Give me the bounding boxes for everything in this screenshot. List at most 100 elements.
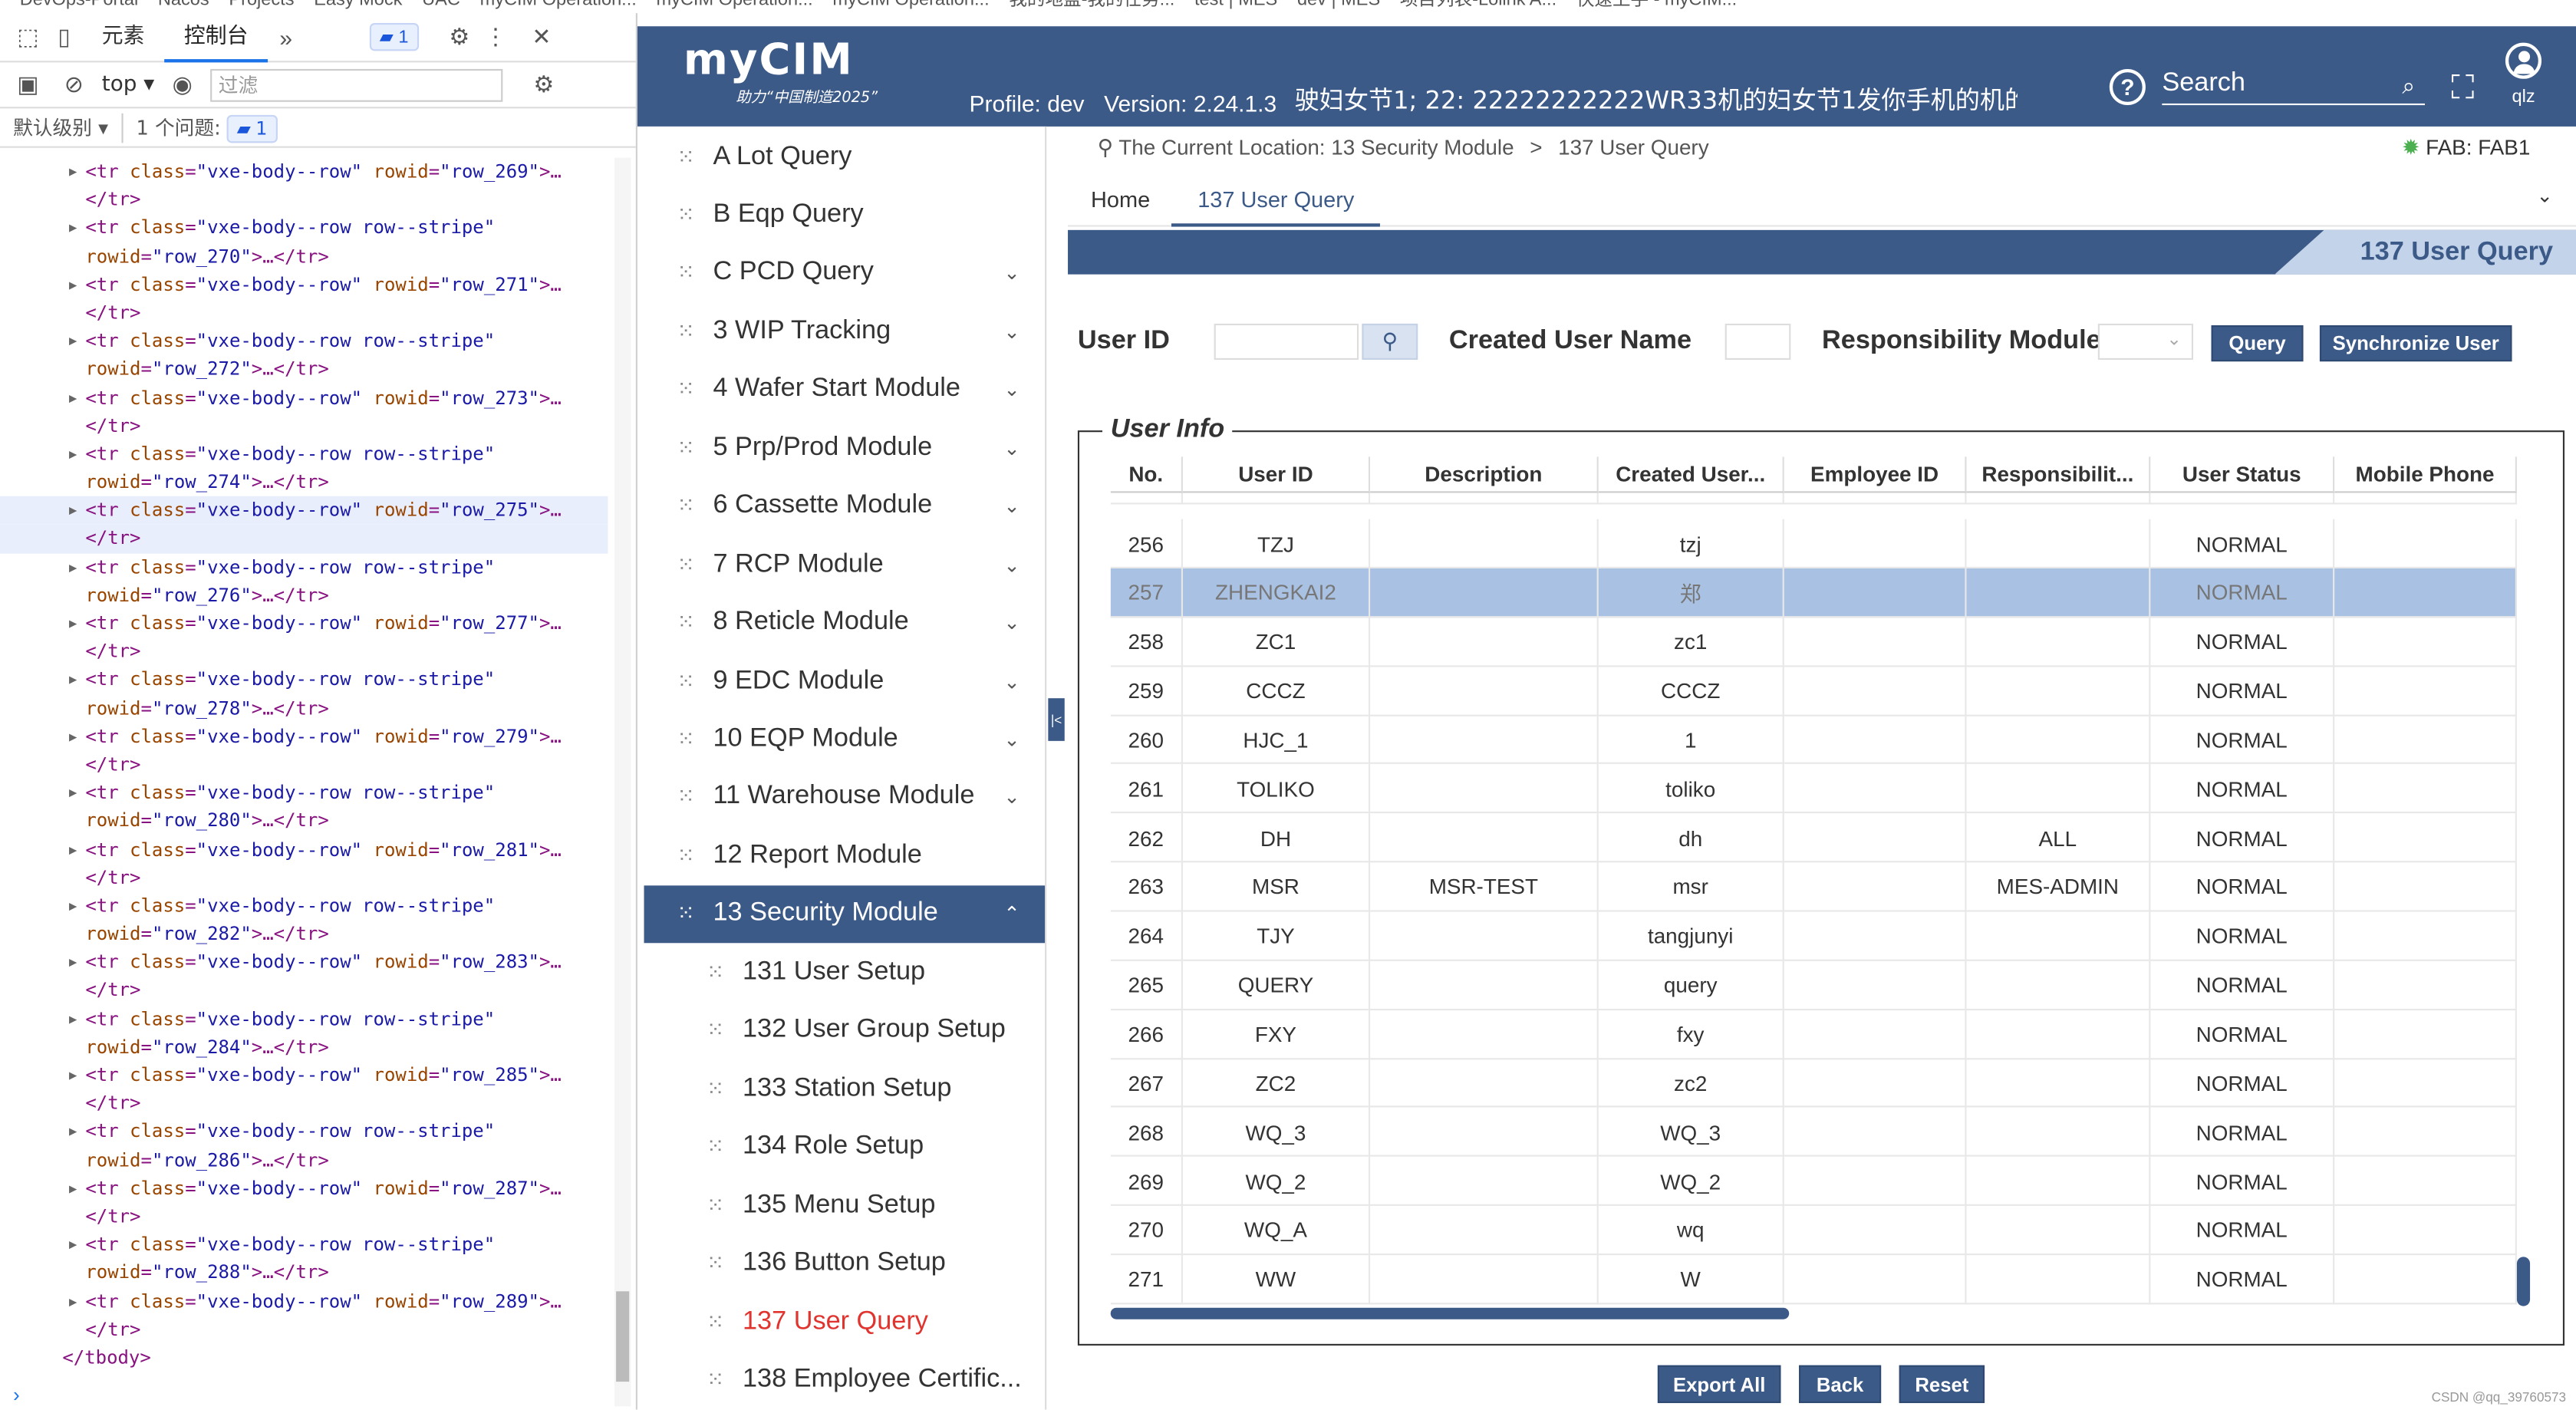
responsibility-select[interactable]: ⌄: [2097, 323, 2194, 361]
dom-node-line[interactable]: ▶ <tr class="vxe-body--row row--stripe": [0, 553, 608, 581]
bookmark-item[interactable]: 项目列表-Lolink A...: [1400, 0, 1556, 10]
dom-node-line[interactable]: rowid="row_284">…</tr>: [0, 1033, 608, 1062]
expand-triangle-icon[interactable]: ▶: [69, 271, 77, 299]
sidebar-item[interactable]: ⁙ 137 User Query: [644, 1293, 1046, 1350]
table-row[interactable]: 268 WQ_3 WQ_3 NORMAL: [1110, 1107, 2517, 1158]
device-toggle-icon[interactable]: ▯: [46, 19, 82, 55]
bookmark-item[interactable]: DevOps-Portal: [20, 0, 138, 10]
dom-node-line[interactable]: </tr>: [0, 299, 608, 328]
dom-node-line[interactable]: ▶ <tr class="vxe-body--row row--stripe": [0, 214, 608, 242]
query-button[interactable]: Query: [2211, 325, 2304, 362]
sidebar-item[interactable]: ⁙ 132 User Group Setup: [644, 1002, 1046, 1059]
dom-node-line[interactable]: rowid="row_286">…</tr>: [0, 1146, 608, 1174]
sidebar-item[interactable]: ⁙ 13 Security Module ⌃: [644, 885, 1046, 943]
table-row[interactable]: 271 WW W NORMAL: [1110, 1254, 2517, 1304]
sidebar-collapse-handle[interactable]: |<: [1048, 698, 1065, 741]
clear-console-icon[interactable]: ⊘: [56, 67, 92, 103]
column-header[interactable]: Employee ID: [1784, 456, 1967, 493]
expand-triangle-icon[interactable]: ▶: [69, 723, 77, 751]
dom-node-line[interactable]: ▶ <tr class="vxe-body--row" rowid="row_28…: [0, 835, 608, 864]
dom-node-line[interactable]: rowid="row_278">…</tr>: [0, 694, 608, 723]
console-settings-icon[interactable]: ⚙: [525, 67, 562, 103]
sidebar-item[interactable]: ⁙ 134 Role Setup: [644, 1118, 1046, 1176]
tabs-dropdown-icon[interactable]: ⌄: [2536, 184, 2553, 207]
sidebar-item[interactable]: ⁙ 10 EQP Module ⌄: [644, 710, 1046, 768]
dom-node-line[interactable]: ▶ <tr class="vxe-body--row row--stripe": [0, 440, 608, 469]
breadcrumb-module[interactable]: The Current Location: 13 Security Module: [1118, 135, 1514, 160]
dom-node-line[interactable]: </tr>: [0, 525, 608, 553]
table-row[interactable]: 261 TOLIKO toliko NORMAL: [1110, 764, 2517, 814]
fab-indicator[interactable]: ✹ FAB: FAB1: [2402, 135, 2530, 161]
sidebar-item[interactable]: ⁙ 3 WIP Tracking ⌄: [644, 303, 1046, 361]
expand-triangle-icon[interactable]: ▶: [69, 384, 77, 412]
dom-node-line[interactable]: ▶ <tr class="vxe-body--row row--stripe": [0, 666, 608, 694]
table-row[interactable]: 263 MSR MSR-TEST msr MES-ADMIN NORMAL: [1110, 862, 2517, 912]
bookmark-item[interactable]: Nacos: [158, 0, 209, 10]
elements-tree[interactable]: ▶ <tr class="vxe-body--row" rowid="row_26…: [0, 158, 608, 1372]
table-row[interactable]: 258 ZC1 zc1 NORMAL: [1110, 617, 2517, 667]
dom-node-line[interactable]: ▶ <tr class="vxe-body--row" rowid="row_28…: [0, 1061, 608, 1089]
expand-triangle-icon[interactable]: ▶: [69, 1174, 77, 1203]
dom-node-line[interactable]: ▶ <tr class="vxe-body--row" rowid="row_26…: [0, 158, 608, 186]
dom-node-line[interactable]: </tr>: [0, 864, 608, 892]
gear-icon[interactable]: ⚙: [441, 19, 477, 55]
eye-icon[interactable]: ◉: [164, 67, 200, 103]
close-icon[interactable]: ✕: [523, 19, 559, 55]
expand-triangle-icon[interactable]: ▶: [69, 327, 77, 355]
table-row[interactable]: 262 DH dh ALL NORMAL: [1110, 813, 2517, 863]
tab-console[interactable]: 控制台: [164, 12, 268, 62]
search-input[interactable]: Search ⌕: [2162, 69, 2426, 106]
dom-node-line[interactable]: ▶ <tr class="vxe-body--row" rowid="row_27…: [0, 384, 608, 412]
user-avatar-icon[interactable]: [2505, 42, 2542, 79]
table-row[interactable]: 259 CCCZ CCCZ NORMAL: [1110, 666, 2517, 716]
table-row[interactable]: 260 HJC_1 1 NORMAL: [1110, 715, 2517, 765]
bookmark-item[interactable]: Easy Mock: [314, 0, 402, 10]
sidebar-item[interactable]: ⁙ B Eqp Query: [644, 186, 1046, 244]
dom-node-line[interactable]: ▶ <tr class="vxe-body--row row--stripe": [0, 892, 608, 921]
bookmark-item[interactable]: myCIM Operation...: [657, 0, 813, 10]
sidebar-item[interactable]: ⁙ 131 User Setup: [644, 944, 1046, 1001]
bookmark-item[interactable]: 快速上手 - myCIM...: [1576, 0, 1737, 10]
expand-triangle-icon[interactable]: ▶: [69, 666, 77, 694]
sidebar-item[interactable]: ⁙ 9 EDC Module ⌄: [644, 652, 1046, 710]
bookmark-item[interactable]: dev | MES: [1297, 0, 1380, 10]
sidebar-toggle-icon[interactable]: ▣: [10, 67, 46, 103]
bookmark-item[interactable]: myCIM Operation...: [480, 0, 637, 10]
expand-triangle-icon[interactable]: ▶: [69, 892, 77, 921]
table-row[interactable]: 270 WQ_A wq NORMAL: [1110, 1205, 2517, 1255]
expand-triangle-icon[interactable]: ▶: [69, 214, 77, 242]
devtools-scrollbar[interactable]: [614, 157, 631, 1407]
dom-node-line[interactable]: rowid="row_274">…</tr>: [0, 468, 608, 496]
tab-user-query[interactable]: 137 User Query: [1171, 187, 1381, 227]
dom-node-line[interactable]: ▶ <tr class="vxe-body--row row--stripe": [0, 1118, 608, 1146]
dom-node-line[interactable]: </tr>: [0, 1203, 608, 1231]
column-header[interactable]: User Status: [2150, 456, 2335, 493]
tab-elements[interactable]: 元素: [82, 12, 164, 61]
dom-node-line[interactable]: </tr>: [0, 1316, 608, 1344]
dom-node-line[interactable]: </tr>: [0, 1089, 608, 1118]
bookmark-item[interactable]: Projects: [229, 0, 294, 10]
search-icon[interactable]: ⌕: [2402, 72, 2415, 100]
expand-triangle-icon[interactable]: ▶: [69, 1005, 77, 1033]
expand-triangle-icon[interactable]: ▶: [69, 948, 77, 977]
sidebar-item[interactable]: ⁙ 138 Employee Certific...: [644, 1351, 1046, 1408]
table-row[interactable]: 257 ZHENGKAI2 郑 NORMAL: [1110, 568, 2517, 618]
column-header[interactable]: Mobile Phone: [2334, 456, 2517, 493]
expand-triangle-icon[interactable]: ▶: [69, 496, 77, 525]
sidebar-item[interactable]: ⁙ 4 Wafer Start Module ⌄: [644, 361, 1046, 419]
dom-node-line[interactable]: rowid="row_288">…</tr>: [0, 1259, 608, 1287]
expand-triangle-icon[interactable]: ▶: [69, 440, 77, 469]
more-tabs-icon[interactable]: »: [268, 19, 304, 55]
context-select[interactable]: top ▾: [102, 72, 154, 97]
table-row[interactable]: 256 TZJ tzj NORMAL: [1110, 519, 2517, 568]
dom-node-line[interactable]: ▶ <tr class="vxe-body--row" rowid="row_27…: [0, 723, 608, 751]
dom-node-line[interactable]: </tr>: [0, 637, 608, 666]
column-header[interactable]: User ID: [1182, 456, 1371, 493]
devtools-scroll-thumb[interactable]: [616, 1291, 630, 1382]
filter-input[interactable]: 过滤: [210, 68, 503, 101]
dom-node-line[interactable]: </tr>: [0, 186, 608, 214]
tab-home[interactable]: Home: [1091, 187, 1150, 212]
reset-button[interactable]: Reset: [1899, 1365, 1985, 1403]
expand-triangle-icon[interactable]: ▶: [69, 610, 77, 638]
kebab-menu-icon[interactable]: ⋮: [477, 19, 513, 55]
